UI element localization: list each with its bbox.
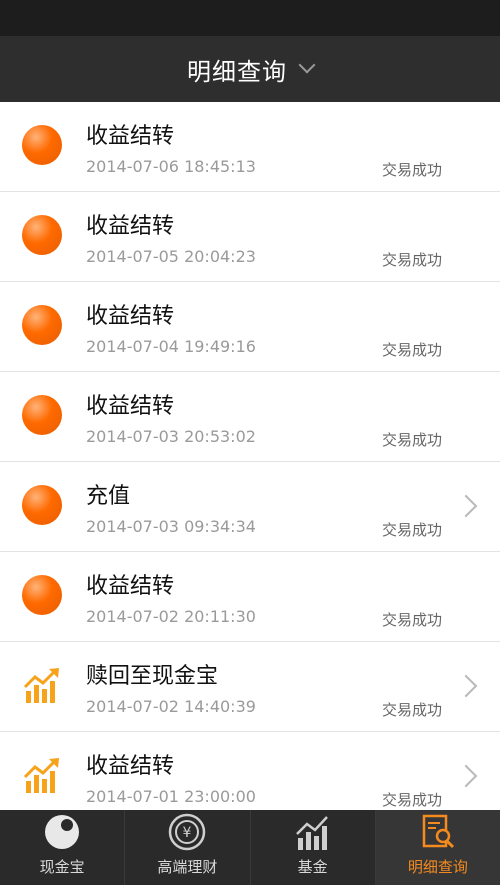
orange-orb-icon [22, 215, 62, 255]
status-bar [0, 0, 500, 36]
item-date: 2014-07-03 20:53:02 [86, 427, 256, 446]
page-header: 明细查询 [0, 36, 500, 102]
list-item[interactable]: 收益结转 2014-07-02 20:11:30 交易成功 [0, 552, 500, 642]
chevron-right-icon[interactable] [454, 674, 478, 698]
tab-label: 基金 [297, 858, 328, 876]
item-date: 2014-07-02 20:11:30 [86, 607, 256, 626]
tab-label: 高端理财 [157, 858, 218, 876]
list-item[interactable]: 收益结转 2014-07-03 20:53:02 交易成功 [0, 372, 500, 462]
item-title: 收益结转 [86, 304, 175, 329]
ball-icon [45, 815, 80, 849]
orange-orb-icon [22, 395, 62, 435]
item-title: 收益结转 [86, 394, 175, 419]
tab-fund[interactable]: 基金 [251, 810, 376, 885]
item-status: 交易成功 [381, 521, 442, 539]
svg-text:¥: ¥ [183, 825, 192, 841]
item-date: 2014-07-01 23:00:00 [86, 787, 256, 806]
item-status: 交易成功 [381, 701, 442, 719]
item-status: 交易成功 [381, 431, 442, 449]
yen-coin-icon: ¥ [169, 813, 206, 851]
item-status: 交易成功 [381, 341, 442, 359]
item-date: 2014-07-05 20:04:23 [86, 247, 256, 266]
item-date: 2014-07-03 09:34:34 [86, 517, 256, 536]
item-title: 收益结转 [86, 124, 175, 149]
list-item[interactable]: 收益结转 2014-07-05 20:04:23 交易成功 [0, 192, 500, 282]
orange-orb-icon [22, 575, 62, 615]
item-status: 交易成功 [381, 251, 442, 269]
fund-chart-icon [295, 816, 328, 850]
list-item[interactable]: 赎回至现金宝 2014-07-02 14:40:39 交易成功 [0, 642, 500, 732]
tab-detail-query[interactable]: 明细查询 [375, 810, 500, 885]
list-item[interactable]: 收益结转 2014-07-06 18:45:13 交易成功 [0, 102, 500, 192]
item-title: 收益结转 [86, 574, 175, 599]
orange-orb-icon [22, 305, 62, 345]
item-title: 收益结转 [86, 754, 175, 779]
chevron-right-icon[interactable] [454, 764, 478, 788]
list-item[interactable]: 充值 2014-07-03 09:34:34 交易成功 [0, 462, 500, 552]
item-status: 交易成功 [381, 161, 442, 179]
item-date: 2014-07-06 18:45:13 [86, 157, 256, 176]
chart-up-icon [23, 668, 59, 703]
orange-orb-icon [22, 125, 62, 165]
bottom-tab-bar: 现金宝 ¥ 高端理财 基金 明细查询 [0, 810, 500, 885]
list-item[interactable]: 收益结转 2014-07-01 23:00:00 交易成功 [0, 732, 500, 810]
item-title: 充值 [86, 484, 131, 509]
item-title: 收益结转 [86, 214, 175, 239]
page-title[interactable]: 明细查询 [187, 52, 287, 87]
tab-label: 明细查询 [407, 858, 468, 876]
tab-cash[interactable]: 现金宝 [0, 810, 126, 885]
detail-search-icon [422, 814, 454, 849]
item-status: 交易成功 [381, 611, 442, 629]
item-title: 赎回至现金宝 [86, 664, 219, 689]
tab-label: 现金宝 [39, 858, 85, 876]
list-item[interactable]: 收益结转 2014-07-04 19:49:16 交易成功 [0, 282, 500, 372]
chevron-down-icon[interactable] [298, 56, 316, 74]
item-date: 2014-07-04 19:49:16 [86, 337, 256, 356]
item-status: 交易成功 [381, 791, 442, 809]
chevron-right-icon[interactable] [454, 494, 478, 518]
item-date: 2014-07-02 14:40:39 [86, 697, 256, 716]
chart-up-icon [23, 758, 59, 793]
transaction-list[interactable]: 收益结转 2014-07-06 18:45:13 交易成功 收益结转 2014-… [0, 102, 500, 810]
orange-orb-icon [22, 485, 62, 525]
tab-wealth[interactable]: ¥ 高端理财 [125, 810, 251, 885]
